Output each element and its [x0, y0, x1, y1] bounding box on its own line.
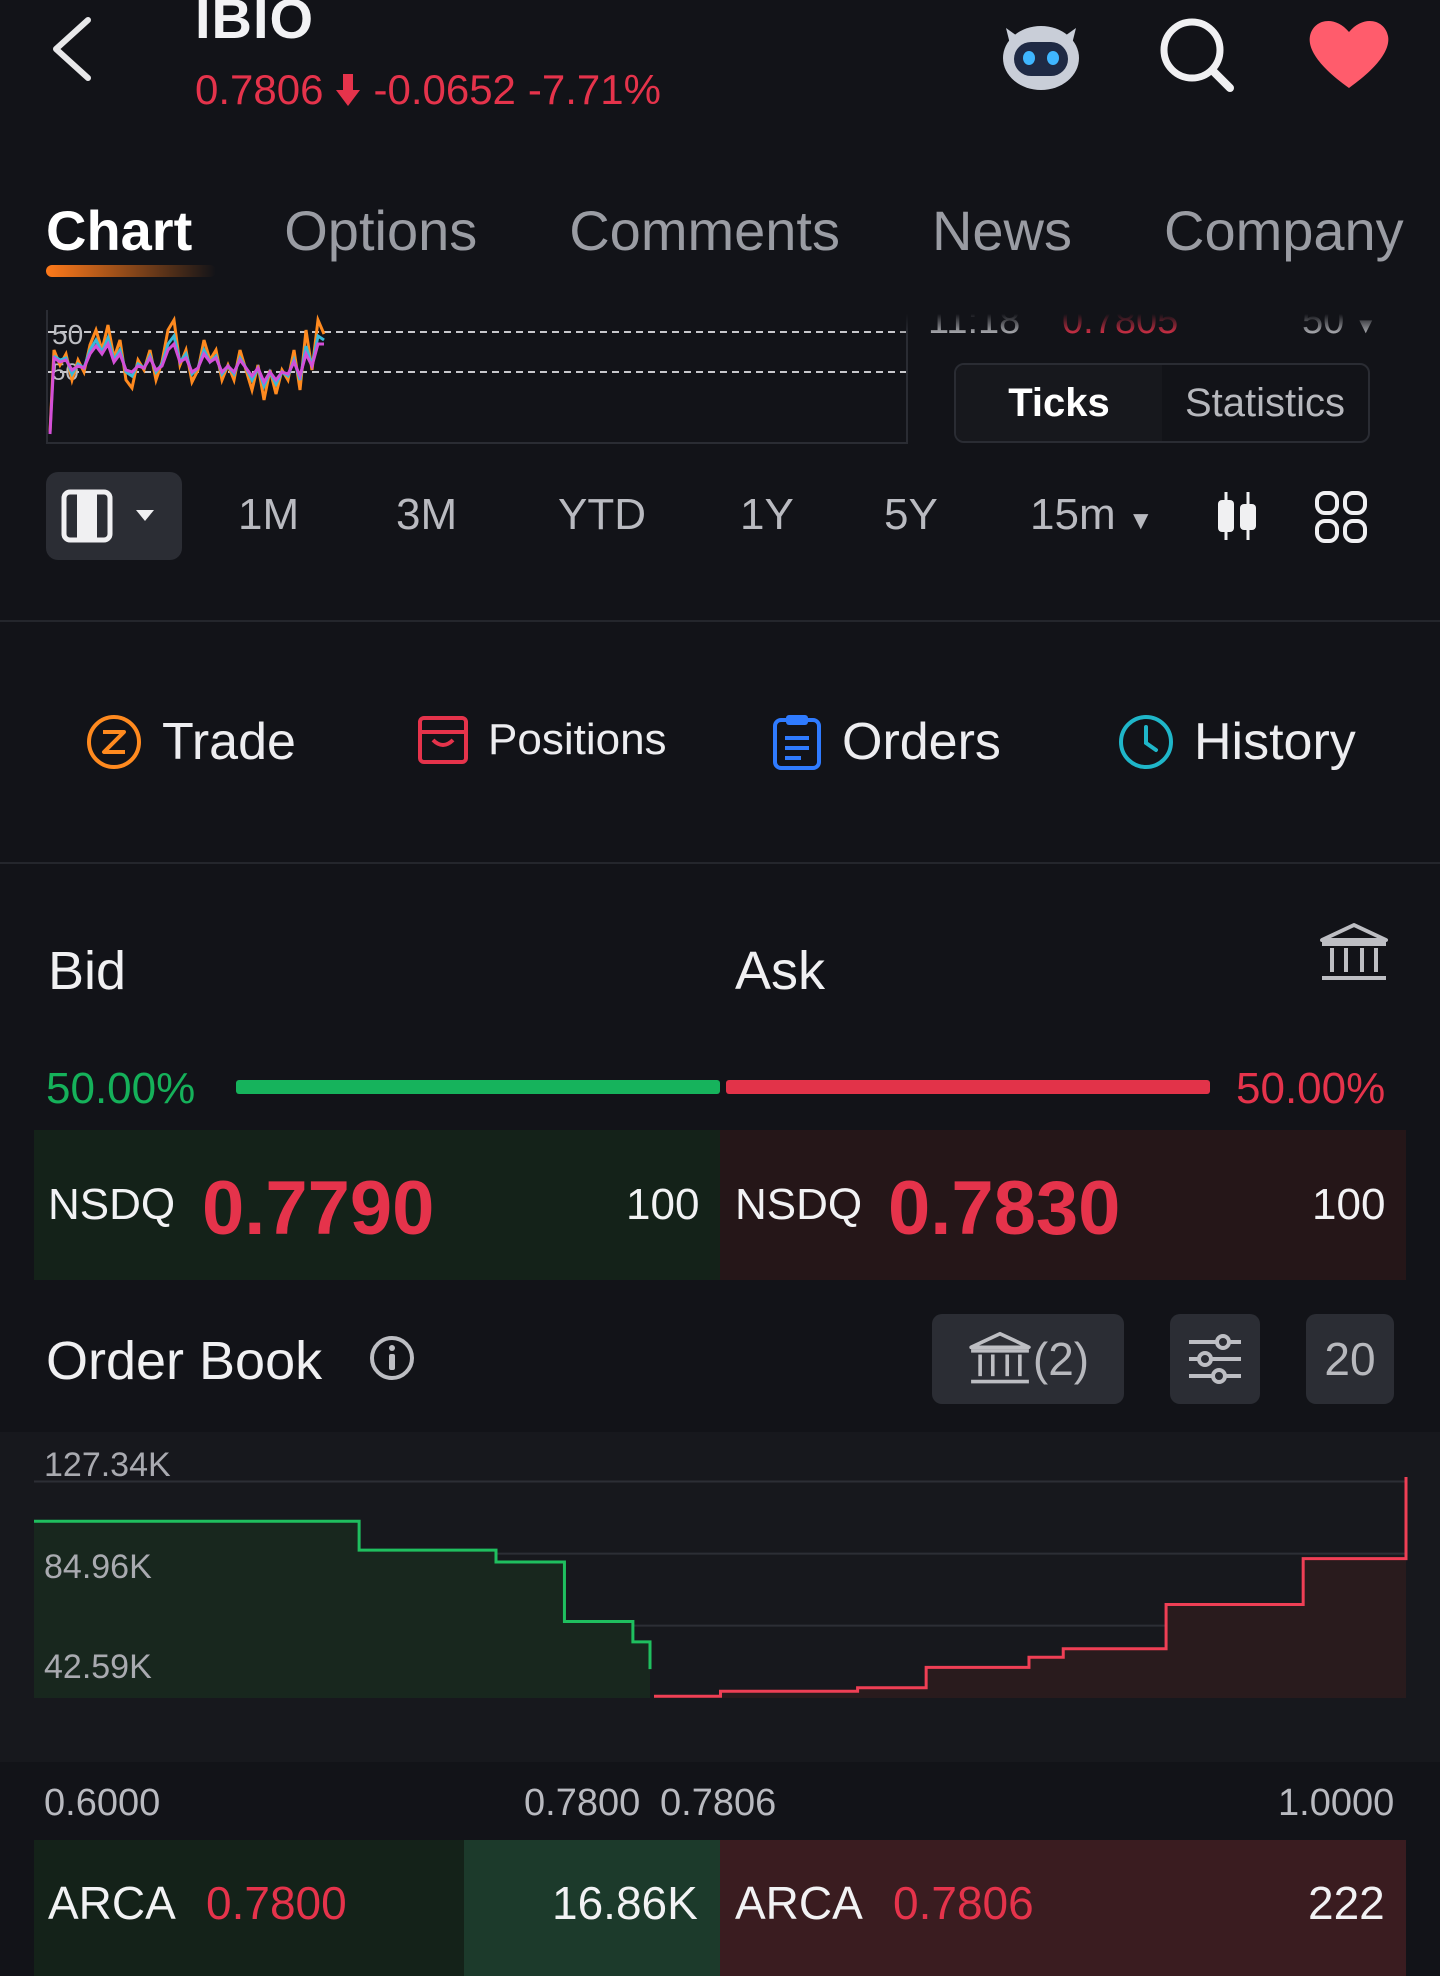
scroll-fade [900, 296, 1440, 336]
mini-chart-label: 50 [52, 319, 83, 350]
bid-level-price: 0.7800 [206, 1877, 347, 1929]
history-clock-icon [1119, 715, 1173, 769]
depth-levels-button[interactable]: 20 [1306, 1314, 1394, 1404]
ask-percent: 50.00% [1236, 1064, 1386, 1113]
tab-chart[interactable]: Chart [46, 198, 217, 277]
history-label: History [1194, 713, 1356, 771]
search-icon[interactable] [1150, 8, 1240, 98]
robot-assistant-icon[interactable] [996, 8, 1086, 98]
period-1m[interactable]: 1M [238, 490, 299, 540]
exchange-filter-button[interactable]: (2) [932, 1314, 1124, 1404]
order-book-title: Order Book [46, 1330, 322, 1392]
sliders-icon [1189, 1334, 1241, 1384]
y-axis-tick: 42.59K [44, 1648, 152, 1686]
trade-label: Trade [162, 713, 296, 771]
price-change: -0.0652 [373, 66, 516, 113]
ticker-symbol: IBIO [195, 0, 315, 50]
tab-options[interactable]: Options [284, 198, 477, 263]
depth-chart[interactable] [0, 1432, 1440, 1762]
bid-price: 0.7790 [202, 1166, 435, 1251]
x-axis-tick: 0.7806 [660, 1782, 777, 1824]
trade-icon [87, 715, 141, 769]
bid-percent: 50.00% [46, 1064, 196, 1113]
down-arrow-icon [336, 74, 361, 106]
order-book-label: Order Book [46, 1331, 323, 1391]
tab-bar: Chart Options Comments News Company [46, 198, 1440, 277]
tab-comments[interactable]: Comments [569, 198, 840, 263]
period-3m[interactable]: 3M [396, 490, 457, 540]
bid-level-exchange: ARCA [48, 1877, 176, 1929]
period-5y[interactable]: 5Y [884, 490, 938, 540]
settings-sliders-button[interactable] [1170, 1314, 1260, 1404]
positions-bag-icon [418, 716, 468, 764]
history-button[interactable]: History [1116, 712, 1356, 772]
ask-ratio-bar [726, 1080, 1210, 1094]
price-quote: 0.7806 -0.0652 -7.71% [195, 66, 661, 114]
divider [0, 862, 1440, 864]
ticks-tab[interactable]: Ticks [956, 365, 1162, 441]
interval-dropdown[interactable]: 15m ▼ [1030, 490, 1154, 540]
orders-label: Orders [842, 713, 1001, 771]
positions-label: Positions [488, 715, 667, 764]
statistics-tab[interactable]: Statistics [1162, 365, 1368, 441]
orders-clipboard-icon [773, 715, 821, 770]
ask-level-price: 0.7806 [893, 1877, 1034, 1929]
favorite-heart-icon[interactable] [1304, 8, 1394, 98]
x-axis-tick: 1.0000 [1278, 1782, 1395, 1824]
mini-price-chart[interactable]: 50 50 [46, 310, 908, 444]
last-price: 0.7806 [195, 66, 324, 113]
divider [0, 620, 1440, 622]
y-axis-tick: 127.34K [44, 1446, 171, 1484]
ask-level-exchange: ARCA [735, 1877, 863, 1929]
dropdown-caret-icon: ▼ [1127, 505, 1154, 535]
bid-size: 100 [626, 1180, 700, 1229]
ticks-statistics-toggle: Ticks Statistics [954, 363, 1370, 443]
tab-news[interactable]: News [932, 198, 1072, 263]
interval-value: 15m [1030, 490, 1116, 539]
info-icon[interactable] [368, 1334, 416, 1382]
y-axis-tick: 84.96K [44, 1548, 152, 1586]
positions-button[interactable]: Positions [416, 712, 667, 768]
exchange-bank-icon[interactable] [1318, 922, 1390, 984]
exchange-count: (2) [1032, 1333, 1090, 1385]
bid-level-size: 16.86K [552, 1877, 698, 1929]
x-axis-tick: 0.7800 [524, 1782, 641, 1824]
x-axis-tick: 0.6000 [44, 1782, 161, 1824]
candlestick-icon[interactable] [1214, 490, 1260, 542]
mini-chart-lines: 50 50 [48, 314, 906, 435]
depth-levels-value: 20 [1324, 1333, 1376, 1385]
ask-size: 100 [1312, 1180, 1386, 1229]
bank-icon [969, 1331, 1031, 1384]
ask-exchange: NSDQ [735, 1180, 863, 1229]
chart-layout-icon [61, 489, 154, 543]
price-change-percent: -7.71% [527, 66, 661, 113]
ask-label: Ask [735, 941, 826, 1001]
grid-apps-icon[interactable] [1314, 490, 1368, 544]
period-1y[interactable]: 1Y [740, 490, 794, 540]
ask-level-size: 222 [1308, 1877, 1385, 1929]
bid-ratio-bar [236, 1080, 720, 1094]
orders-button[interactable]: Orders [770, 712, 1001, 772]
depth-chart-plot [34, 1477, 1408, 1698]
chart-type-selector[interactable] [46, 472, 182, 560]
back-arrow-icon[interactable] [48, 14, 98, 84]
trade-button[interactable]: Trade [84, 712, 296, 772]
bid-label: Bid [48, 941, 127, 1001]
tab-company[interactable]: Company [1164, 198, 1404, 263]
bid-exchange: NSDQ [48, 1180, 176, 1229]
period-ytd[interactable]: YTD [558, 490, 646, 540]
ask-price: 0.7830 [888, 1166, 1121, 1251]
